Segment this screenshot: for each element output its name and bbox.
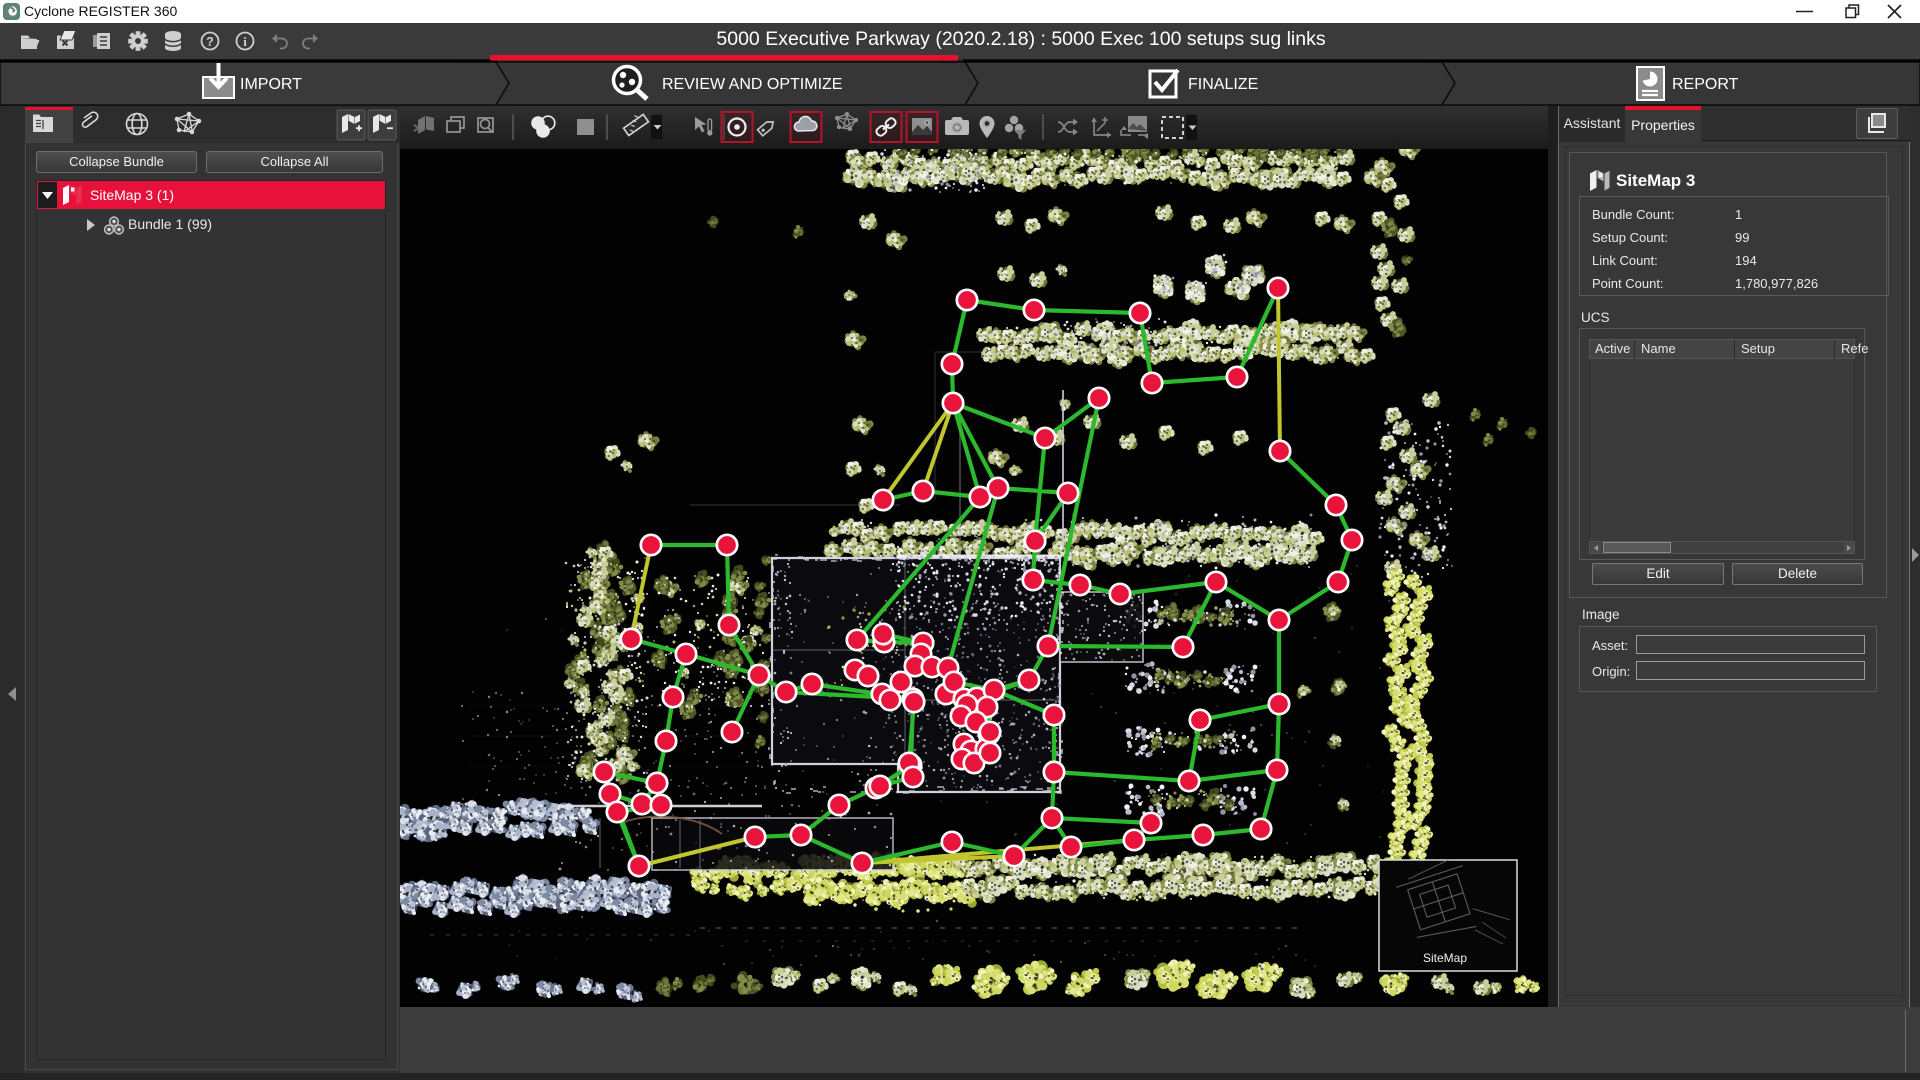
svg-text:REPORT: REPORT [1672, 76, 1739, 93]
svg-text:REVIEW AND OPTIMIZE: REVIEW AND OPTIMIZE [662, 76, 842, 93]
svg-text:IMPORT: IMPORT [240, 76, 302, 93]
svg-text:FINALIZE: FINALIZE [1188, 76, 1258, 93]
